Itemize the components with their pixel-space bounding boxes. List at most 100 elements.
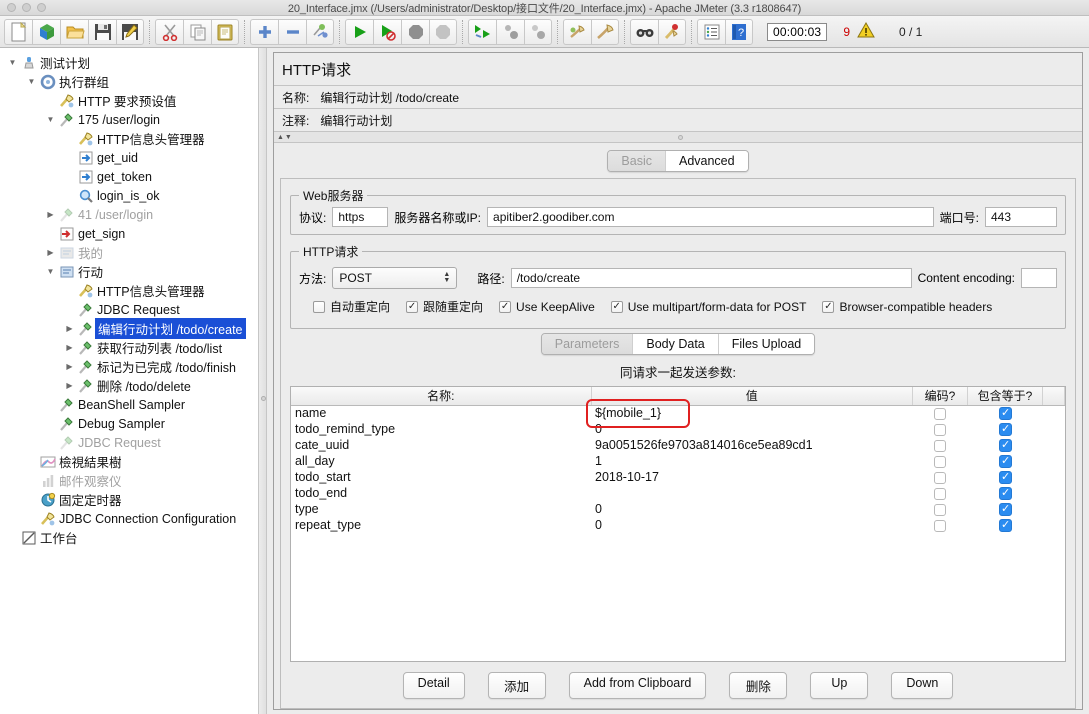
mode-tabset[interactable]: Basic Advanced [607,150,749,172]
chevron-down-icon[interactable]: ▼ [44,115,57,124]
tree-node[interactable]: ▼ 测试计划 [0,53,258,72]
tree-node[interactable]: login_is_ok [0,186,258,205]
checkbox-checked-icon[interactable] [998,455,1012,469]
tab-body-data[interactable]: Body Data [632,334,718,354]
start-icon[interactable] [345,18,373,45]
tab-advanced[interactable]: Advanced [664,151,748,171]
cut-icon[interactable] [155,18,183,45]
param-include-equals-cell[interactable] [968,437,1043,453]
checkbox-checked-icon[interactable]: ✓ [406,300,419,313]
param-include-equals-cell[interactable] [968,405,1043,421]
param-encode-cell[interactable] [913,453,968,469]
splitter-grip[interactable] [261,396,266,401]
tab-files-upload[interactable]: Files Upload [717,334,815,354]
button-detail[interactable]: Detail [402,672,465,699]
tree-node[interactable]: HTTP 要求预设值 [0,91,258,110]
function-helper-icon[interactable] [697,18,725,45]
tree-node[interactable]: ▶ 我的 [0,243,258,262]
param-value-cell[interactable]: 0 [591,517,913,533]
tree-node[interactable]: JDBC Connection Configuration [0,509,258,528]
checkbox-unchecked-icon[interactable] [934,423,946,436]
checkbox-unchecked-icon[interactable] [934,503,946,516]
param-encode-cell[interactable] [913,469,968,485]
request-option[interactable]: 自动重定向 [313,298,390,315]
tree-node[interactable]: ▼ 行动 [0,262,258,281]
request-option[interactable]: ✓ 跟随重定向 [406,298,483,315]
expand-all-icon[interactable] [250,18,278,45]
column-header[interactable]: 编码? [912,387,968,406]
tree-node[interactable]: JDBC Request [0,300,258,319]
clear-all-icon[interactable] [591,18,619,45]
server-field[interactable]: apitiber2.goodiber.com [487,207,934,227]
tree-node[interactable]: HTTP信息头管理器 [0,281,258,300]
button-down[interactable]: Down [891,672,954,699]
button--[interactable]: 删除 [729,672,788,699]
stop-icon[interactable] [401,18,429,45]
param-name-cell[interactable]: todo_end [291,485,591,501]
chevron-down-icon[interactable]: ▼ [44,267,57,276]
table-row[interactable]: type 0 [291,501,1065,517]
param-include-equals-cell[interactable] [968,501,1043,517]
method-select[interactable]: POST ▲ ▼ [332,267,458,289]
parameters-table-container[interactable]: 名称:值编码?包含等于? name${mobile_1}todo_remind_… [290,386,1066,662]
checkbox-checked-icon[interactable]: ✓ [610,300,623,313]
chevron-right-icon[interactable]: ▶ [44,248,57,257]
stop-remote-all-icon[interactable] [496,18,524,45]
param-value-cell[interactable]: 0 [591,501,913,517]
param-include-equals-cell[interactable] [968,517,1043,533]
checkbox-checked-icon[interactable] [998,471,1012,485]
param-name-cell[interactable]: todo_remind_type [291,421,591,437]
sash-arrows-icon[interactable]: ▲▼ [274,134,293,141]
param-name-cell[interactable]: name [291,405,591,421]
search-icon[interactable] [630,18,658,45]
chevron-right-icon[interactable]: ▶ [63,343,76,352]
sash-knob[interactable] [678,134,683,140]
request-option[interactable]: ✓ Use multipart/form-data for POST [610,300,806,314]
tree-node[interactable]: ▼ 175 /user/login [0,110,258,129]
table-row[interactable]: todo_end [291,485,1065,501]
save-as-icon[interactable] [116,18,144,45]
param-encode-cell[interactable] [913,501,968,517]
button-up[interactable]: Up [810,672,869,699]
checkbox-checked-icon[interactable] [998,439,1012,453]
warning-triangle-icon[interactable] [857,21,875,41]
param-include-equals-cell[interactable] [968,421,1043,437]
start-remote-all-icon[interactable] [468,18,496,45]
panel-sash[interactable]: ▲▼ [274,132,1082,143]
param-encode-cell[interactable] [913,517,968,533]
tree-node[interactable]: ▶ 编辑行动计划 /todo/create [0,318,258,339]
checkbox-checked-icon[interactable]: ✓ [499,300,512,313]
request-option[interactable]: ✓ Use KeepAlive [499,300,595,314]
chevron-right-icon[interactable]: ▶ [63,381,76,390]
param-name-cell[interactable]: all_day [291,453,591,469]
new-file-icon[interactable] [4,18,32,45]
tree-node[interactable]: get_token [0,167,258,186]
request-option[interactable]: ✓ Browser-compatible headers [822,300,992,314]
param-name-cell[interactable]: repeat_type [291,517,591,533]
chevron-right-icon[interactable]: ▶ [63,324,76,333]
tree-node[interactable]: get_uid [0,148,258,167]
param-encode-cell[interactable] [913,405,968,421]
start-no-pauses-icon[interactable] [373,18,401,45]
paste-icon[interactable] [211,18,239,45]
port-field[interactable]: 443 [985,207,1057,227]
tab-parameters[interactable]: Parameters [541,334,633,354]
path-field[interactable]: /todo/create [510,268,912,288]
param-name-cell[interactable]: type [291,501,591,517]
checkbox-unchecked-icon[interactable] [934,519,946,532]
help-icon[interactable]: ? [725,18,753,45]
param-encode-cell[interactable] [913,485,968,501]
checkbox-unchecked-icon[interactable] [934,471,946,484]
search-reset-icon[interactable] [658,18,686,45]
checkbox-checked-icon[interactable] [998,519,1012,533]
parameters-table-body[interactable]: name${mobile_1}todo_remind_type0cate_uui… [291,405,1065,533]
tree-node[interactable]: ▶ 41 /user/login [0,205,258,224]
protocol-field[interactable]: https [332,207,389,227]
save-icon[interactable] [88,18,116,45]
param-include-equals-cell[interactable] [968,485,1043,501]
tree-node[interactable]: 邮件观察仪 [0,471,258,490]
shutdown-remote-all-icon[interactable] [524,18,552,45]
table-row[interactable]: repeat_type 0 [291,517,1065,533]
tree-node[interactable]: HTTP信息头管理器 [0,129,258,148]
tree-node[interactable]: get_sign [0,224,258,243]
